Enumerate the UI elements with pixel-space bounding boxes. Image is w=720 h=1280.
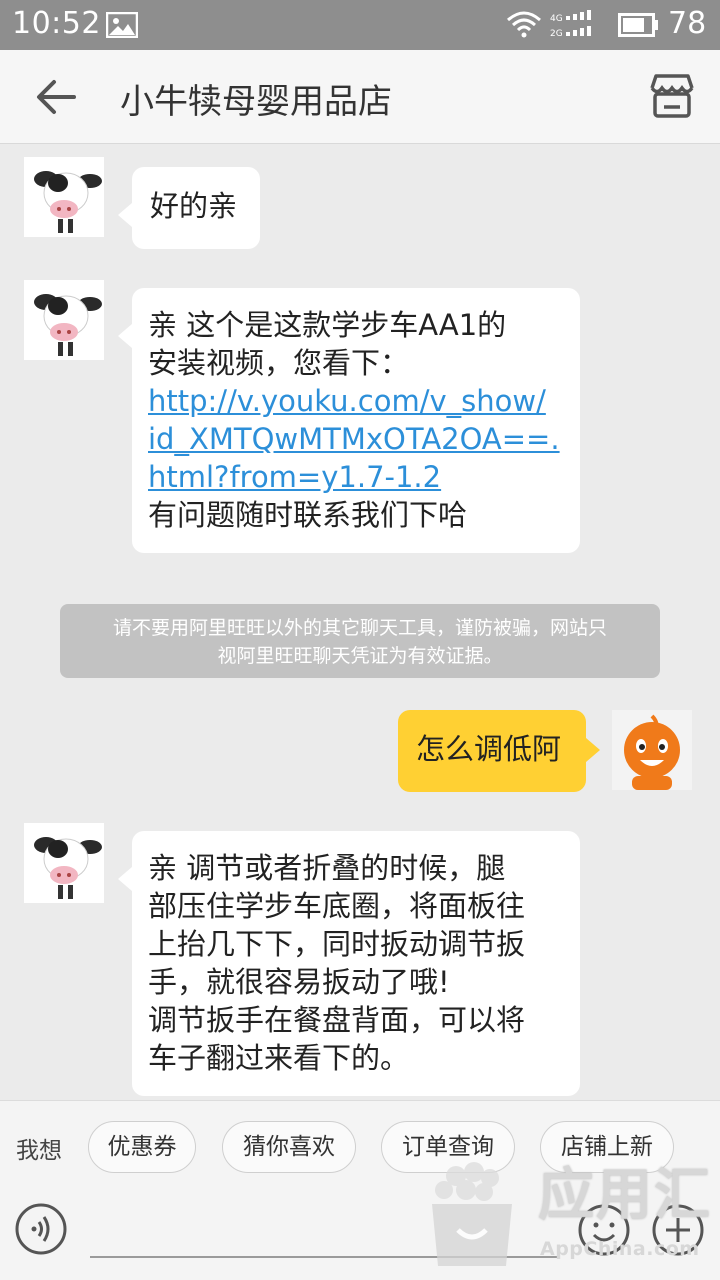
battery-icon <box>618 13 658 37</box>
shop-avatar-cow-icon[interactable] <box>24 280 104 360</box>
shop-icon[interactable] <box>646 70 698 122</box>
image-icon <box>106 12 138 38</box>
video-link[interactable]: id_XMTQwMTMxOTA2OA==. <box>148 420 564 458</box>
wifi-icon <box>507 11 541 38</box>
shop-avatar-cow-icon[interactable] <box>24 823 104 903</box>
battery-level: 78 <box>668 6 707 41</box>
appchina-logo-icon <box>432 1162 512 1266</box>
message-text: 车子翻过来看下的。 <box>148 1041 410 1075</box>
message-bubble[interactable]: 亲 调节或者折叠的时候，腿 部压住学步车底圈，将面板往 上抬几下下，同时扳动调节… <box>118 831 580 1096</box>
message-text: 亲 调节或者折叠的时候，腿 <box>148 851 506 885</box>
video-link[interactable]: http://v.youku.com/v_show/ <box>148 382 564 420</box>
signal-icon: 4G 2G <box>550 10 591 39</box>
watermark-subtext: AppChina.com <box>540 1238 700 1260</box>
chat-list[interactable]: 好的亲 亲 这个是这款学步车AA1的 安装视频，您看下： http://v.yo… <box>0 145 720 1100</box>
message-text: 手，就很容易扳动了哦! <box>148 965 450 999</box>
page-title: 小牛犊母婴用品店 <box>120 82 392 122</box>
chip-coupons[interactable]: 优惠券 <box>88 1121 196 1173</box>
message-text: 调节扳手在餐盘背面，可以将 <box>148 1003 526 1037</box>
video-link[interactable]: html?from=y1.7-1.2 <box>148 458 564 496</box>
quick-reply-label: 我想 <box>16 1138 62 1164</box>
message-text: 部压住学步车底圈，将面板往 <box>148 889 526 923</box>
user-avatar-icon[interactable] <box>612 710 692 790</box>
message-text: 亲 这个是这款学步车AA1的 <box>148 308 507 342</box>
message-text: 怎么调低阿 <box>416 732 562 766</box>
voice-icon[interactable] <box>14 1202 68 1256</box>
message-text: 有问题随时联系我们下哈 <box>148 498 468 532</box>
status-time: 10:52 <box>12 6 101 41</box>
chat-header: 小牛犊母婴用品店 <box>0 50 720 144</box>
message-text: 上抬几下下，同时扳动调节扳 <box>148 927 526 961</box>
my-message-bubble[interactable]: 怎么调低阿 <box>398 710 600 792</box>
security-notice: 请不要用阿里旺旺以外的其它聊天工具，谨防被骗，网站只 视阿里旺旺聊天凭证为有效证… <box>60 604 660 678</box>
svg-text:4G: 4G <box>550 14 563 24</box>
back-arrow-icon[interactable] <box>34 77 78 117</box>
message-bubble[interactable]: 亲 这个是这款学步车AA1的 安装视频，您看下： http://v.youku.… <box>118 288 580 553</box>
message-bubble[interactable]: 好的亲 <box>118 167 260 249</box>
status-bar: 10:52 4G 2G 78 <box>0 0 720 50</box>
chip-recommendations[interactable]: 猜你喜欢 <box>222 1121 356 1173</box>
shop-avatar-cow-icon[interactable] <box>24 157 104 237</box>
notice-line: 请不要用阿里旺旺以外的其它聊天工具，谨防被骗，网站只 <box>112 617 607 639</box>
message-text: 安装视频，您看下： <box>148 346 410 380</box>
watermark-text: 应用汇 <box>538 1163 712 1228</box>
notice-line: 视阿里旺旺聊天凭证为有效证据。 <box>217 645 503 667</box>
svg-text:2G: 2G <box>550 29 563 39</box>
message-text: 好的亲 <box>150 189 238 223</box>
